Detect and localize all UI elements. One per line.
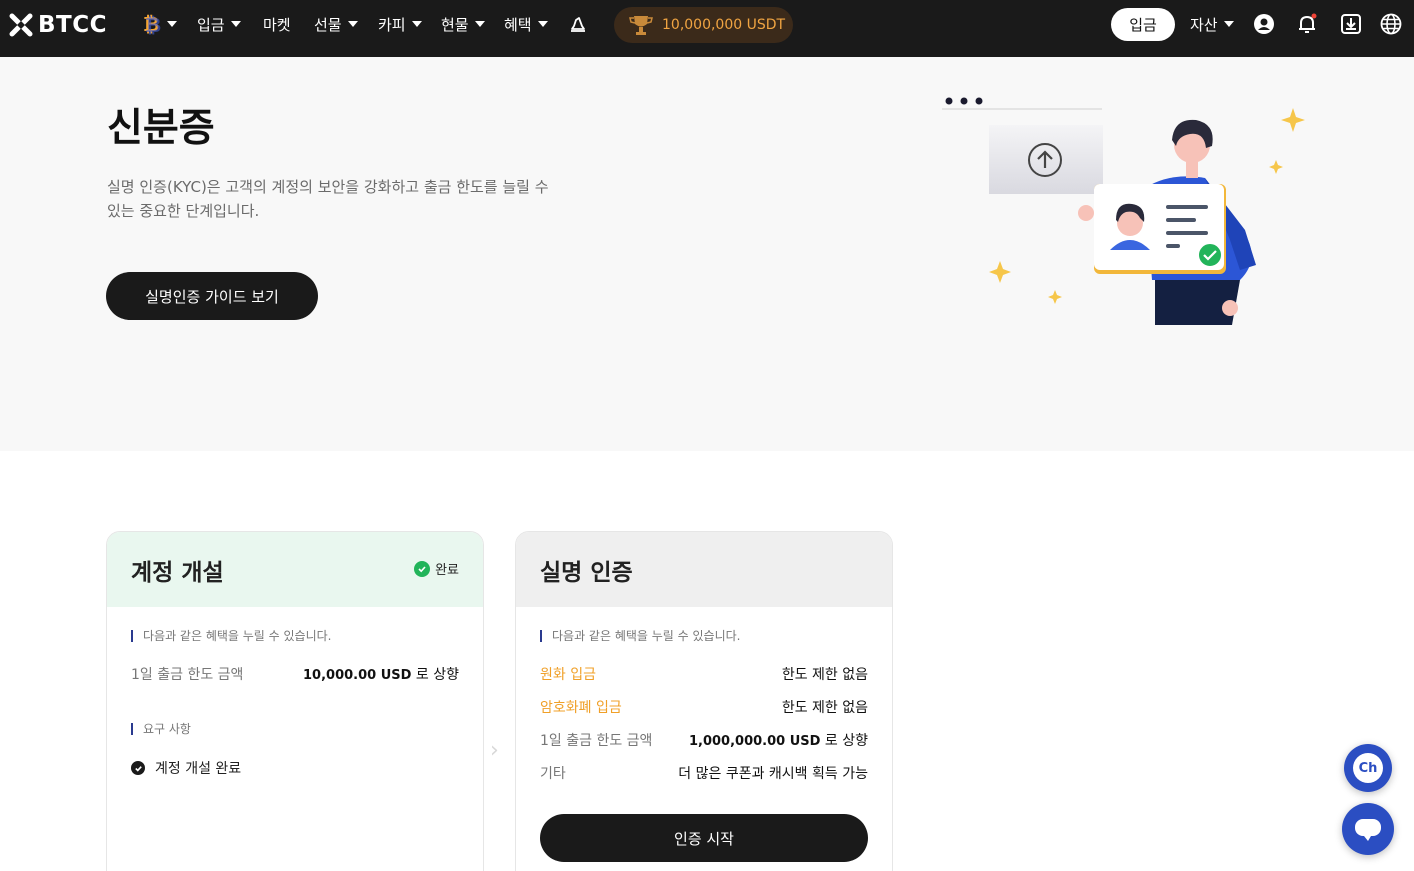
bitcoin-icon: ₿ ₿ <box>143 13 161 35</box>
chevron-down-icon <box>230 21 241 27</box>
page-title: 신분증 <box>107 106 215 151</box>
account-opening-card: 계정 개설 완료 다음과 같은 혜택을 누릴 수 있습니다. 1일 출금 한도 … <box>106 531 484 871</box>
globe-icon[interactable] <box>1380 13 1402 35</box>
other-value: 더 많은 쿠폰과 캐시백 획득 가능 <box>678 766 868 782</box>
krw-deposit-key: 원화 입금 <box>540 667 596 683</box>
brand-name: BTCC <box>38 12 107 38</box>
btcc-x-icon <box>9 13 33 37</box>
status-label: 완료 <box>435 563 459 578</box>
check-circle-icon <box>414 560 431 577</box>
assets-label: 자산 <box>1190 15 1218 34</box>
withdraw-limit-value: 1,000,000.00 USD 로 상향 <box>689 730 868 750</box>
nav-futures-label: 선물 <box>314 15 342 34</box>
chevron-down-icon <box>537 21 548 27</box>
trophy-icon <box>628 13 654 37</box>
other-benefits-row: 기타 더 많은 쿠폰과 캐시백 획득 가능 <box>540 763 868 783</box>
nav-spot[interactable]: 현물 <box>441 13 485 35</box>
nav-spot-label: 현물 <box>441 15 469 34</box>
nav-market-label: 마켓 <box>263 15 291 34</box>
channel-talk-button[interactable]: Ch <box>1344 744 1392 792</box>
chevron-down-icon <box>1223 21 1234 27</box>
chevron-down-icon <box>474 21 485 27</box>
magic-hat-icon[interactable] <box>567 13 589 35</box>
card-title: 계정 개설 <box>131 559 224 586</box>
card-header: 계정 개설 완료 <box>107 532 483 607</box>
status-badge: 완료 <box>414 559 459 578</box>
nav-benefits-label: 혜택 <box>504 15 532 34</box>
withdraw-limit-row: 1일 출금 한도 금액 10,000.00 USD 로 상향 <box>131 664 459 684</box>
chevron-down-icon <box>411 21 422 27</box>
kyc-guide-button[interactable]: 실명인증 가이드 보기 <box>106 272 318 320</box>
nav-deposit-label: 입금 <box>197 15 225 34</box>
withdraw-limit-key: 1일 출금 한도 금액 <box>131 667 244 683</box>
withdraw-limit-amount: 1,000,000.00 USD <box>688 734 821 749</box>
chat-support-button[interactable] <box>1342 803 1394 855</box>
card-title: 실명 인증 <box>540 559 633 586</box>
nav-copy-label: 카피 <box>378 15 406 34</box>
nav-copy[interactable]: 카피 <box>378 13 422 35</box>
bitcoin-menu[interactable]: ₿ ₿ <box>141 13 177 35</box>
nav-deposit[interactable]: 입금 <box>197 13 241 35</box>
withdraw-limit-row: 1일 출금 한도 금액 1,000,000.00 USD 로 상향 <box>540 730 868 750</box>
withdraw-limit-amount: 10,000.00 USD <box>303 668 412 683</box>
btcc-logo[interactable]: BTCC <box>9 12 107 38</box>
crypto-deposit-key: 암호화폐 입금 <box>540 700 622 716</box>
promo-banner[interactable]: 10,000,000 USDT <box>614 7 793 43</box>
withdraw-limit-value: 10,000.00 USD 로 상향 <box>303 664 459 684</box>
nav-market[interactable]: 마켓 <box>263 13 291 35</box>
assets-menu[interactable]: 자산 <box>1190 13 1234 35</box>
check-circle-icon <box>131 761 145 775</box>
nav-futures[interactable]: 선물 <box>314 13 358 35</box>
kyc-card: 실명 인증 다음과 같은 혜택을 누릴 수 있습니다. 원화 입금 한도 제한 … <box>515 531 893 871</box>
start-verification-button[interactable]: 인증 시작 <box>540 814 868 862</box>
download-icon[interactable] <box>1340 13 1362 35</box>
channel-label: Ch <box>1358 760 1378 776</box>
krw-deposit-row: 원화 입금 한도 제한 없음 <box>540 664 868 684</box>
deposit-button[interactable]: 입금 <box>1111 8 1175 41</box>
requirement-text: 계정 개설 완료 <box>155 761 242 777</box>
benefits-label: 다음과 같은 혜택을 누릴 수 있습니다. <box>131 630 332 642</box>
requirements-label: 요구 사항 <box>131 723 191 735</box>
page-description: 실명 인증(KYC)은 고객의 계정의 보안을 강화하고 출금 한도를 늘릴 수… <box>107 178 549 220</box>
kyc-illustration <box>942 97 1305 325</box>
chat-bubble-icon: Ch <box>1353 753 1383 783</box>
svg-text:₿: ₿ <box>145 13 161 35</box>
other-key: 기타 <box>540 766 566 782</box>
withdraw-limit-key: 1일 출금 한도 금액 <box>540 733 653 749</box>
crypto-deposit-row: 암호화폐 입금 한도 제한 없음 <box>540 697 868 717</box>
top-navbar: BTCC ₿ ₿ 입금 마켓 선물 카피 현물 혜택 10,000,000 US… <box>0 0 1414 57</box>
chevron-right-icon: › <box>490 738 499 763</box>
withdraw-limit-suffix: 로 상향 <box>820 733 868 749</box>
card-header: 실명 인증 <box>516 532 892 607</box>
user-icon[interactable] <box>1253 13 1275 35</box>
chevron-down-icon <box>167 21 177 27</box>
withdraw-limit-suffix: 로 상향 <box>411 667 459 683</box>
message-icon <box>1355 819 1381 841</box>
nav-benefits[interactable]: 혜택 <box>504 13 548 35</box>
benefits-label: 다음과 같은 혜택을 누릴 수 있습니다. <box>540 630 741 642</box>
bell-icon[interactable] <box>1296 13 1318 35</box>
crypto-deposit-value: 한도 제한 없음 <box>781 700 868 716</box>
krw-deposit-value: 한도 제한 없음 <box>781 667 868 683</box>
chevron-down-icon <box>347 21 358 27</box>
promo-amount: 10,000,000 USDT <box>662 17 786 33</box>
requirement-item: 계정 개설 완료 <box>131 758 241 778</box>
